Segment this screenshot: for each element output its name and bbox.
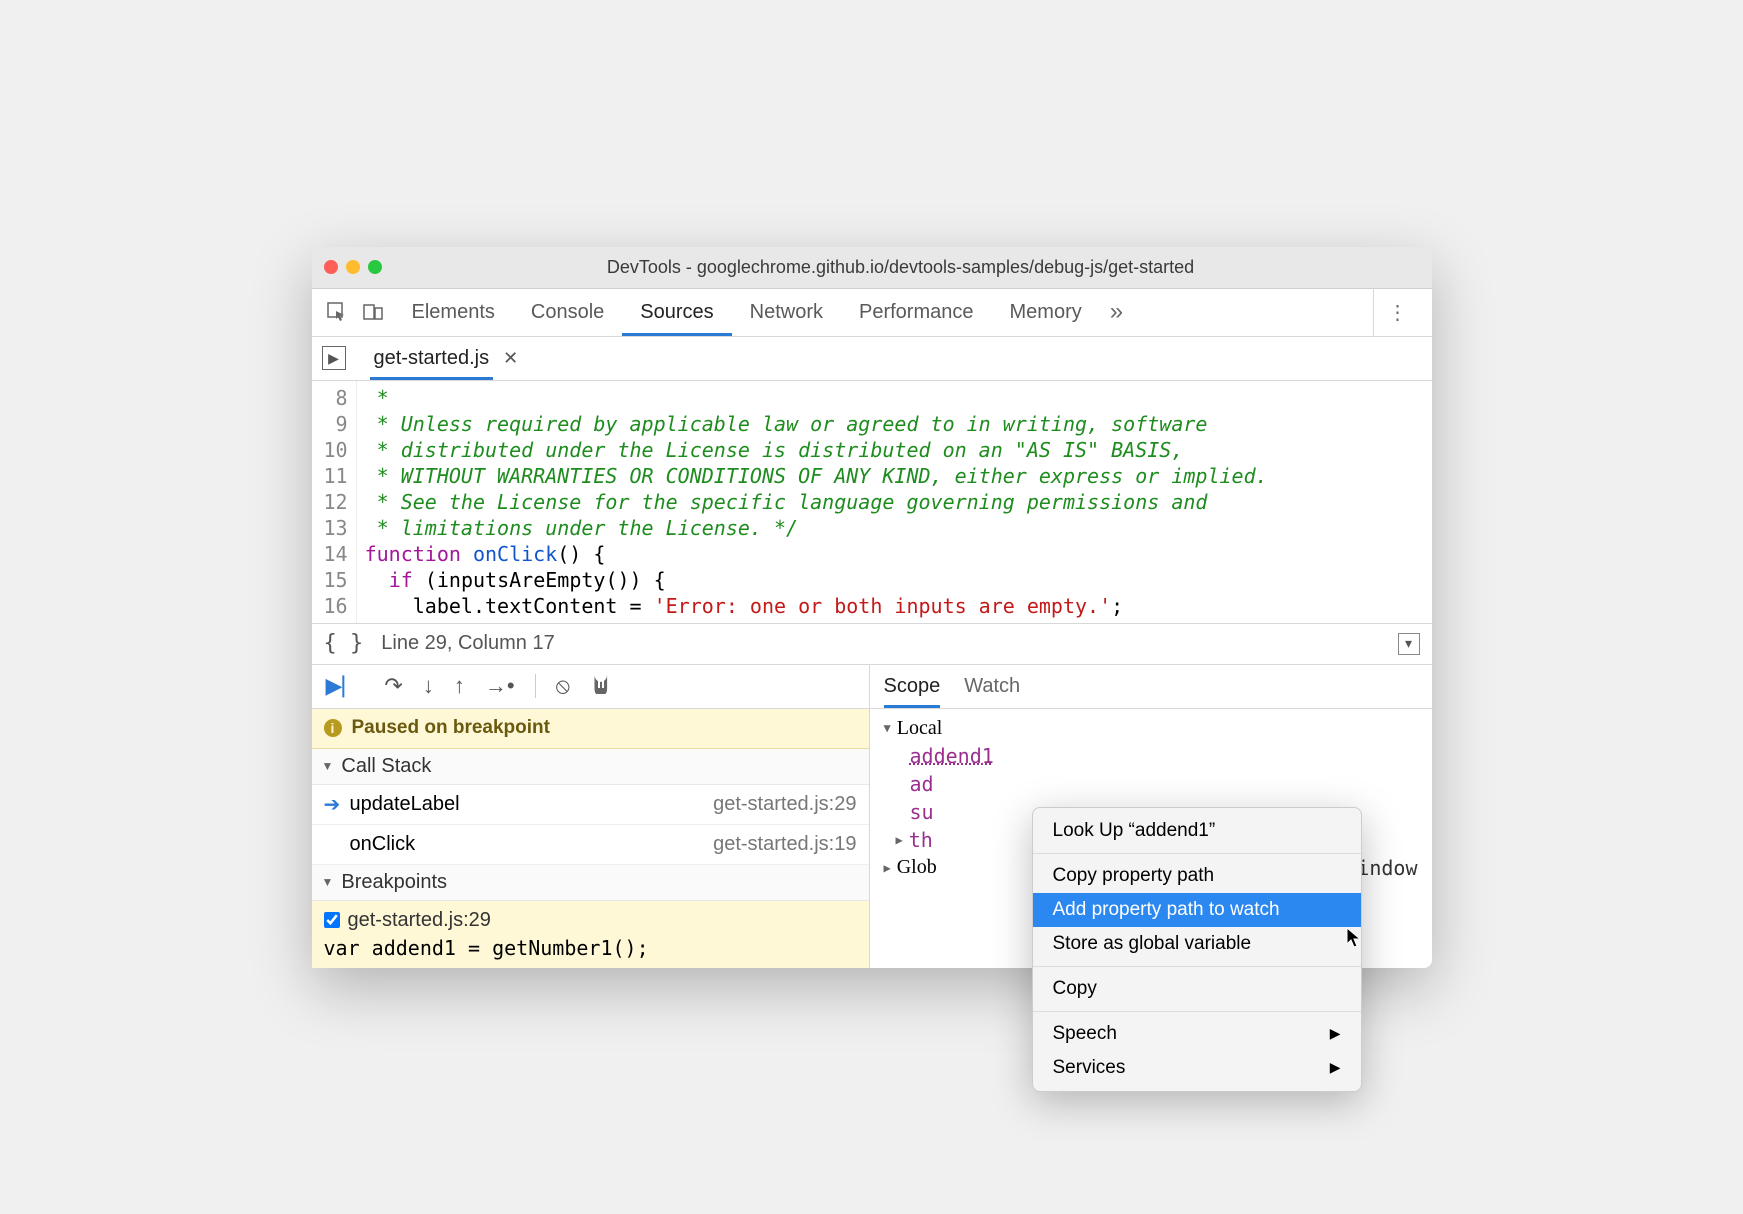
call-stack-frame[interactable]: ➔updateLabelget-started.js:29 [312, 785, 869, 825]
mouse-cursor-icon [1346, 927, 1364, 955]
triangle-down-icon: ▼ [884, 721, 891, 735]
tab-network[interactable]: Network [732, 288, 841, 336]
tab-scope[interactable]: Scope [884, 664, 941, 708]
paused-label: Paused on breakpoint [352, 717, 550, 739]
menu-separator [1033, 966, 1361, 967]
step-over-icon[interactable]: ↷ [384, 673, 402, 699]
context-menu-item[interactable]: Services▶ [1033, 1051, 1361, 1085]
context-menu-item[interactable]: Speech▶ [1033, 1017, 1361, 1051]
more-tabs-icon[interactable]: » [1100, 298, 1133, 326]
window-controls [324, 260, 382, 274]
submenu-arrow-icon: ▶ [1330, 1025, 1341, 1042]
context-menu-item[interactable]: Copy [1033, 972, 1361, 1006]
tab-console[interactable]: Console [513, 288, 622, 336]
editor-status-bar: { } Line 29, Column 17 ▾ [312, 623, 1432, 665]
breakpoints-header[interactable]: ▼ Breakpoints [312, 865, 869, 901]
line-number-gutter: 8910111213141516 [312, 381, 357, 623]
open-file-tab[interactable]: get-started.js [370, 336, 494, 380]
settings-menu-icon[interactable]: ⋮ [1373, 288, 1422, 336]
navigator-toggle-icon[interactable]: ▶ [322, 346, 346, 370]
triangle-down-icon: ▼ [322, 759, 334, 773]
debugger-left: ▶⎸ ↷ ↓ ↑ →• ⦸ i Paused on breakpoint ▼ C… [312, 665, 870, 968]
file-tab-bar: ▶ get-started.js ✕ [312, 337, 1432, 381]
menu-separator [1033, 1011, 1361, 1012]
step-icon[interactable]: →• [485, 673, 515, 699]
triangle-right-icon: ▶ [896, 833, 903, 847]
pause-on-exceptions-icon[interactable] [590, 672, 612, 700]
step-into-icon[interactable]: ↓ [423, 673, 434, 699]
close-file-icon[interactable]: ✕ [503, 348, 518, 369]
scope-var-addend2[interactable]: ad [870, 770, 1432, 798]
deactivate-breakpoints-icon[interactable]: ⦸ [556, 673, 570, 699]
pretty-print-icon[interactable]: { } [324, 631, 364, 656]
call-stack-frame[interactable]: onClickget-started.js:19 [312, 825, 869, 865]
resume-icon[interactable]: ▶⎸ [326, 673, 365, 699]
scope-watch-tabs: Scope Watch [870, 665, 1432, 709]
triangle-right-icon: ▶ [884, 861, 891, 875]
inspect-element-icon[interactable] [322, 297, 352, 327]
context-menu-item[interactable]: Copy property path [1033, 859, 1361, 893]
scope-local-header[interactable]: ▼ Local [870, 715, 1432, 742]
triangle-down-icon: ▼ [322, 875, 334, 889]
submenu-arrow-icon: ▶ [1330, 1059, 1341, 1076]
tab-elements[interactable]: Elements [394, 288, 513, 336]
devtools-tabs: ElementsConsoleSourcesNetworkPerformance… [312, 289, 1432, 337]
context-menu-item[interactable]: Store as global variable [1033, 927, 1361, 961]
device-toolbar-icon[interactable] [358, 297, 388, 327]
minimize-window-icon[interactable] [346, 260, 360, 274]
context-menu-item[interactable]: Look Up “addend1” [1033, 814, 1361, 848]
tab-memory[interactable]: Memory [992, 288, 1100, 336]
drawer-toggle-icon[interactable]: ▾ [1398, 633, 1420, 655]
step-out-icon[interactable]: ↑ [454, 673, 465, 699]
source-editor[interactable]: 8910111213141516 * * Unless required by … [312, 381, 1432, 623]
toolbar-separator [535, 674, 536, 698]
devtools-window: DevTools - googlechrome.github.io/devtoo… [312, 247, 1432, 968]
tab-watch[interactable]: Watch [964, 664, 1020, 708]
scope-var-addend1[interactable]: addend1 [870, 742, 1432, 770]
maximize-window-icon[interactable] [368, 260, 382, 274]
debugger-toolbar: ▶⎸ ↷ ↓ ↑ →• ⦸ [312, 665, 869, 709]
window-title: DevTools - googlechrome.github.io/devtoo… [382, 257, 1420, 278]
breakpoint-item[interactable]: get-started.js:29var addend1 = getNumber… [312, 901, 869, 968]
title-bar: DevTools - googlechrome.github.io/devtoo… [312, 247, 1432, 289]
tab-sources[interactable]: Sources [622, 288, 731, 336]
context-menu: Look Up “addend1” Copy property pathAdd p… [1032, 807, 1362, 1092]
cursor-position: Line 29, Column 17 [381, 632, 554, 655]
context-menu-item[interactable]: Add property path to watch [1033, 893, 1361, 927]
source-code[interactable]: * * Unless required by applicable law or… [357, 381, 1276, 623]
close-window-icon[interactable] [324, 260, 338, 274]
paused-banner: i Paused on breakpoint [312, 709, 869, 749]
call-stack-header[interactable]: ▼ Call Stack [312, 749, 869, 785]
menu-separator [1033, 853, 1361, 854]
tab-performance[interactable]: Performance [841, 288, 992, 336]
info-icon: i [324, 719, 342, 737]
breakpoint-checkbox[interactable] [324, 912, 340, 928]
